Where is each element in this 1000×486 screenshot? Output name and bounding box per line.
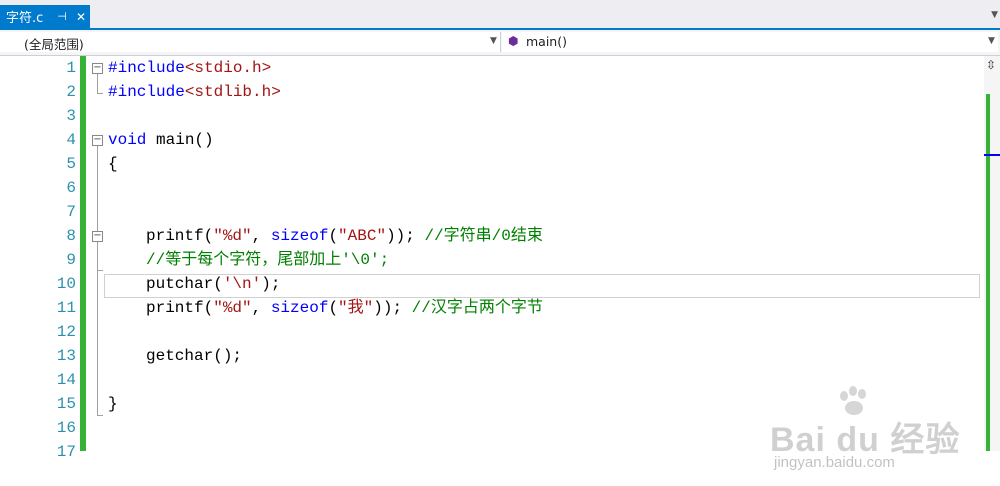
line-number: 14 (56, 371, 76, 389)
tab-title: 字符.c (6, 11, 44, 26)
change-tracking-bar (80, 56, 86, 451)
include-path: <stdlib.h> (184, 83, 281, 101)
preprocessor-directive: #include (108, 83, 185, 101)
member-label: main() (526, 34, 567, 49)
line-number: 8 (66, 227, 76, 245)
string-literal: "我" (338, 299, 374, 317)
code-line: { (108, 152, 118, 176)
code-token: printf( (146, 299, 214, 317)
watermark-logo: Bai du 经验 (770, 421, 961, 459)
code-token: ( (328, 227, 339, 245)
line-number: 4 (66, 131, 76, 149)
code-line: } (108, 392, 118, 416)
outline-tick (97, 415, 103, 416)
collapse-icon[interactable]: − (92, 135, 103, 146)
keyword: void (108, 131, 147, 149)
pin-icon[interactable]: ⊣ (52, 10, 72, 23)
outline-line (97, 146, 98, 416)
keyword: sizeof (270, 299, 329, 317)
scope-dropdown[interactable]: (全局范围) ▼ (0, 32, 501, 52)
line-number: 5 (66, 155, 76, 173)
code-line: #include<stdio.h> (108, 56, 271, 80)
line-number: 2 (66, 83, 76, 101)
line-number: 15 (56, 395, 76, 413)
close-icon[interactable]: ✕ (72, 10, 90, 24)
code-token: ); (261, 275, 281, 293)
code-token: , (251, 227, 271, 245)
split-window-icon[interactable]: ⇳ (986, 58, 996, 72)
outline-line (97, 74, 98, 94)
line-number: 9 (66, 251, 76, 269)
comment: //等于每个字符，尾部加上'\0'; (146, 251, 390, 269)
line-number: 1 (66, 59, 76, 77)
baidu-watermark: Bai du 经验 jingyan.baidu.com (770, 386, 970, 486)
char-literal: '\n' (222, 275, 262, 293)
collapse-icon[interactable]: − (92, 63, 103, 74)
watermark-url: jingyan.baidu.com (774, 454, 895, 471)
outline-tick (97, 270, 103, 271)
line-number: 7 (66, 203, 76, 221)
selection-margin[interactable] (0, 56, 28, 451)
comment: //汉字占两个字节 (411, 299, 543, 317)
code-token: printf( (146, 227, 214, 245)
code-line: putchar('\n'); (146, 272, 280, 296)
code-token: , (251, 299, 271, 317)
brace: } (108, 395, 118, 413)
paw-icon (840, 386, 866, 415)
chevron-down-icon[interactable]: ▼ (490, 36, 497, 46)
code-token: )); (373, 299, 412, 317)
navigation-bar: (全局范围) ▼ ⬢ main() ▼ (0, 30, 1000, 56)
code-token: )); (386, 227, 425, 245)
line-number: 10 (56, 275, 76, 293)
code-token: ( (328, 299, 339, 317)
method-cube-icon: ⬢ (508, 34, 519, 48)
chevron-down-icon[interactable]: ▼ (988, 36, 995, 46)
code-line: #include<stdlib.h> (108, 80, 281, 104)
line-number: 12 (56, 323, 76, 341)
line-number: 6 (66, 179, 76, 197)
line-number: 11 (56, 299, 76, 317)
code-line: getchar(); (146, 344, 242, 368)
code-line: printf("%d", sizeof("ABC")); //字符串/0结束 (146, 224, 543, 248)
line-number: 13 (56, 347, 76, 365)
code-line: printf("%d", sizeof("我")); //汉字占两个字节 (146, 296, 543, 320)
preprocessor-directive: #include (108, 59, 185, 77)
scope-label: (全局范围) (24, 37, 84, 52)
comment: //字符串/0结束 (424, 227, 543, 245)
code-token: putchar( (146, 275, 223, 293)
string-literal: "ABC" (338, 227, 387, 245)
include-path: <stdio.h> (184, 59, 272, 77)
line-number: 17 (56, 443, 76, 461)
collapse-icon[interactable]: − (92, 231, 103, 242)
brace: { (108, 155, 118, 173)
code-line: //等于每个字符，尾部加上'\0'; (146, 248, 389, 272)
document-tab-bar: 字符.c ⊣ ✕ ▼ (0, 0, 1000, 28)
outline-tick (97, 93, 103, 94)
function-signature: main() (146, 131, 214, 149)
code-editor[interactable]: 1 2 3 4 5 6 7 8 9 10 11 12 13 14 15 16 1… (0, 56, 1000, 471)
tab-list-dropdown-icon[interactable]: ▼ (991, 10, 998, 20)
string-literal: "%d" (213, 299, 252, 317)
code-line: void main() (108, 128, 214, 152)
line-number: 3 (66, 107, 76, 125)
keyword: sizeof (270, 227, 329, 245)
line-number: 16 (56, 419, 76, 437)
member-dropdown[interactable]: ⬢ main() ▼ (502, 32, 998, 52)
scrollbar-caret-marker (984, 154, 1000, 156)
scrollbar-change-marker (986, 94, 990, 451)
code-token: getchar(); (146, 347, 243, 365)
tab-file[interactable]: 字符.c ⊣ ✕ (0, 5, 90, 28)
string-literal: "%d" (213, 227, 252, 245)
